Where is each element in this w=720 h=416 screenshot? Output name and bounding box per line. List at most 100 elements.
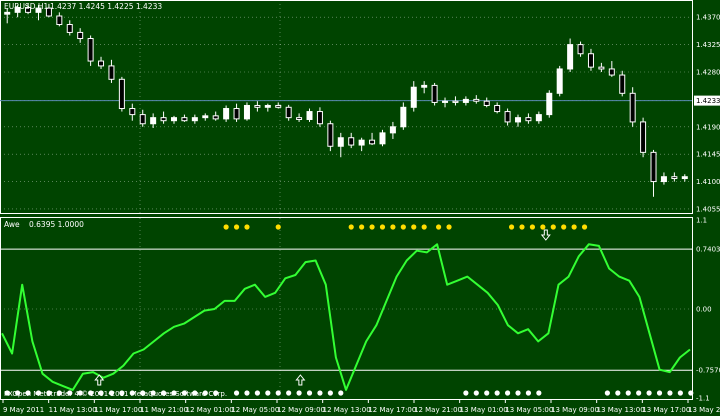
signal-dot-yellow xyxy=(348,224,354,230)
candle-body xyxy=(118,78,125,110)
candle-body xyxy=(389,126,396,134)
time-tick-label: 13 May 09:00 xyxy=(551,406,599,414)
candle-body xyxy=(171,117,177,122)
candle-body xyxy=(660,176,667,183)
candle-body xyxy=(431,84,438,103)
current-price-box: 1.4233 xyxy=(694,95,720,106)
signal-dot-yellow xyxy=(369,224,375,230)
price-tick-label: 1.4145 xyxy=(696,151,720,159)
candle-body xyxy=(650,151,657,183)
candle-body xyxy=(525,117,532,122)
signal-dot-yellow xyxy=(233,224,240,230)
candle-body xyxy=(275,104,282,108)
candle-body xyxy=(462,98,469,103)
candle-body xyxy=(535,114,542,122)
candle-body xyxy=(191,117,198,122)
candle xyxy=(118,76,125,112)
time-tick-label: 12 May 01:00 xyxy=(186,406,234,414)
candle xyxy=(619,70,626,97)
candle-body xyxy=(139,114,146,125)
time-tick-label: 13 May 13:00 xyxy=(597,406,645,414)
indicator-tick-label: 0.00 xyxy=(696,306,712,314)
candle-body xyxy=(567,44,574,70)
candle-body xyxy=(640,121,647,153)
signal-dot-yellow xyxy=(390,224,396,230)
candle xyxy=(640,117,647,158)
time-tick-label: 13 May 01:00 xyxy=(460,406,508,414)
candle-body xyxy=(56,15,63,26)
candle-body xyxy=(108,65,115,80)
candle-body xyxy=(681,176,688,180)
candle-body xyxy=(77,31,84,40)
price-tick-label: 1.4370 xyxy=(696,14,720,22)
time-tick-label: 12 May 05:00 xyxy=(231,406,279,414)
signal-dot-white xyxy=(233,390,240,396)
candle-body xyxy=(296,117,303,120)
candle-body xyxy=(4,11,11,15)
signal-dot-white xyxy=(473,390,479,396)
candle-body xyxy=(87,38,94,62)
signal-dot-yellow xyxy=(540,224,546,230)
signal-dot-white xyxy=(484,390,490,396)
signal-dot-white xyxy=(296,390,302,396)
candle-body xyxy=(546,92,553,116)
time-tick-label: 12 May 17:00 xyxy=(368,406,416,414)
signal-dot-yellow xyxy=(379,224,386,230)
candle-body xyxy=(223,108,230,120)
candle-body xyxy=(619,74,626,94)
signal-dot-white xyxy=(286,390,292,396)
indicator-tick-label: 1.1 xyxy=(696,217,707,225)
candle-body xyxy=(316,111,323,125)
candle-body xyxy=(671,176,678,180)
signal-dot-yellow xyxy=(421,224,427,230)
candle-body xyxy=(515,117,521,123)
signal-dot-yellow xyxy=(436,224,442,230)
candle-body xyxy=(327,123,334,147)
candle xyxy=(431,82,438,106)
current-price-label: 1.4233 xyxy=(696,97,720,105)
candle-body xyxy=(442,100,449,103)
signal-dot-white xyxy=(306,390,313,396)
candle-body xyxy=(410,86,417,108)
metatrader-chart[interactable]: 1.4370 1.4325 1.4280 1.4190 1.4145 1.4100 1.40… xyxy=(0,0,720,416)
indicator-values: 0.6395 1.0000 xyxy=(29,220,84,229)
candle-body xyxy=(254,104,261,108)
signal-dot-white xyxy=(275,390,281,396)
signal-dot-yellow xyxy=(550,224,556,230)
signal-dot-yellow xyxy=(508,224,515,230)
candle-body xyxy=(400,106,407,128)
ohlc-label: 1.4237 1.4245 1.4225 1.4233 xyxy=(50,2,162,11)
signal-dot-yellow xyxy=(359,224,365,230)
candle-body xyxy=(150,117,157,125)
watermark: FXOpen Metatrader 4 © 2001-2011 MetaQuot… xyxy=(4,390,227,398)
time-tick-label: 12 May 13:00 xyxy=(323,406,371,414)
signal-dot-white xyxy=(525,390,532,396)
indicator-tick-label: 0.7403 xyxy=(696,246,720,254)
price-tick-label: 1.4190 xyxy=(696,123,720,131)
signal-dot-yellow xyxy=(519,224,525,230)
candle-body xyxy=(129,108,136,116)
signal-dot-yellow xyxy=(446,224,452,230)
signal-dot-white xyxy=(656,390,663,396)
candle-body xyxy=(379,132,386,145)
candle-body xyxy=(358,139,365,146)
candle xyxy=(327,120,334,152)
signal-dot-yellow xyxy=(400,224,406,230)
signal-dot-yellow xyxy=(529,224,536,230)
candle-body xyxy=(494,104,501,113)
time-tick-label: 13 May 21:00 xyxy=(688,406,720,414)
price-tick-label: 1.4325 xyxy=(696,41,720,49)
time-tick-label: 12 May 09:00 xyxy=(277,406,325,414)
candle-body xyxy=(504,111,511,123)
time-tick-label: 13 May 17:00 xyxy=(642,406,690,414)
candle-body xyxy=(306,111,313,120)
indicator-tick-label: -1.1 xyxy=(696,395,710,403)
signal-dot-white xyxy=(667,390,673,396)
candle-body xyxy=(337,137,344,147)
time-tick-label: 9 May 2011 xyxy=(3,406,44,414)
signal-dot-yellow xyxy=(275,224,281,230)
signal-dot-yellow xyxy=(561,224,567,230)
candle xyxy=(546,90,553,118)
candle-body xyxy=(629,92,636,123)
signal-dot-yellow xyxy=(244,224,250,230)
